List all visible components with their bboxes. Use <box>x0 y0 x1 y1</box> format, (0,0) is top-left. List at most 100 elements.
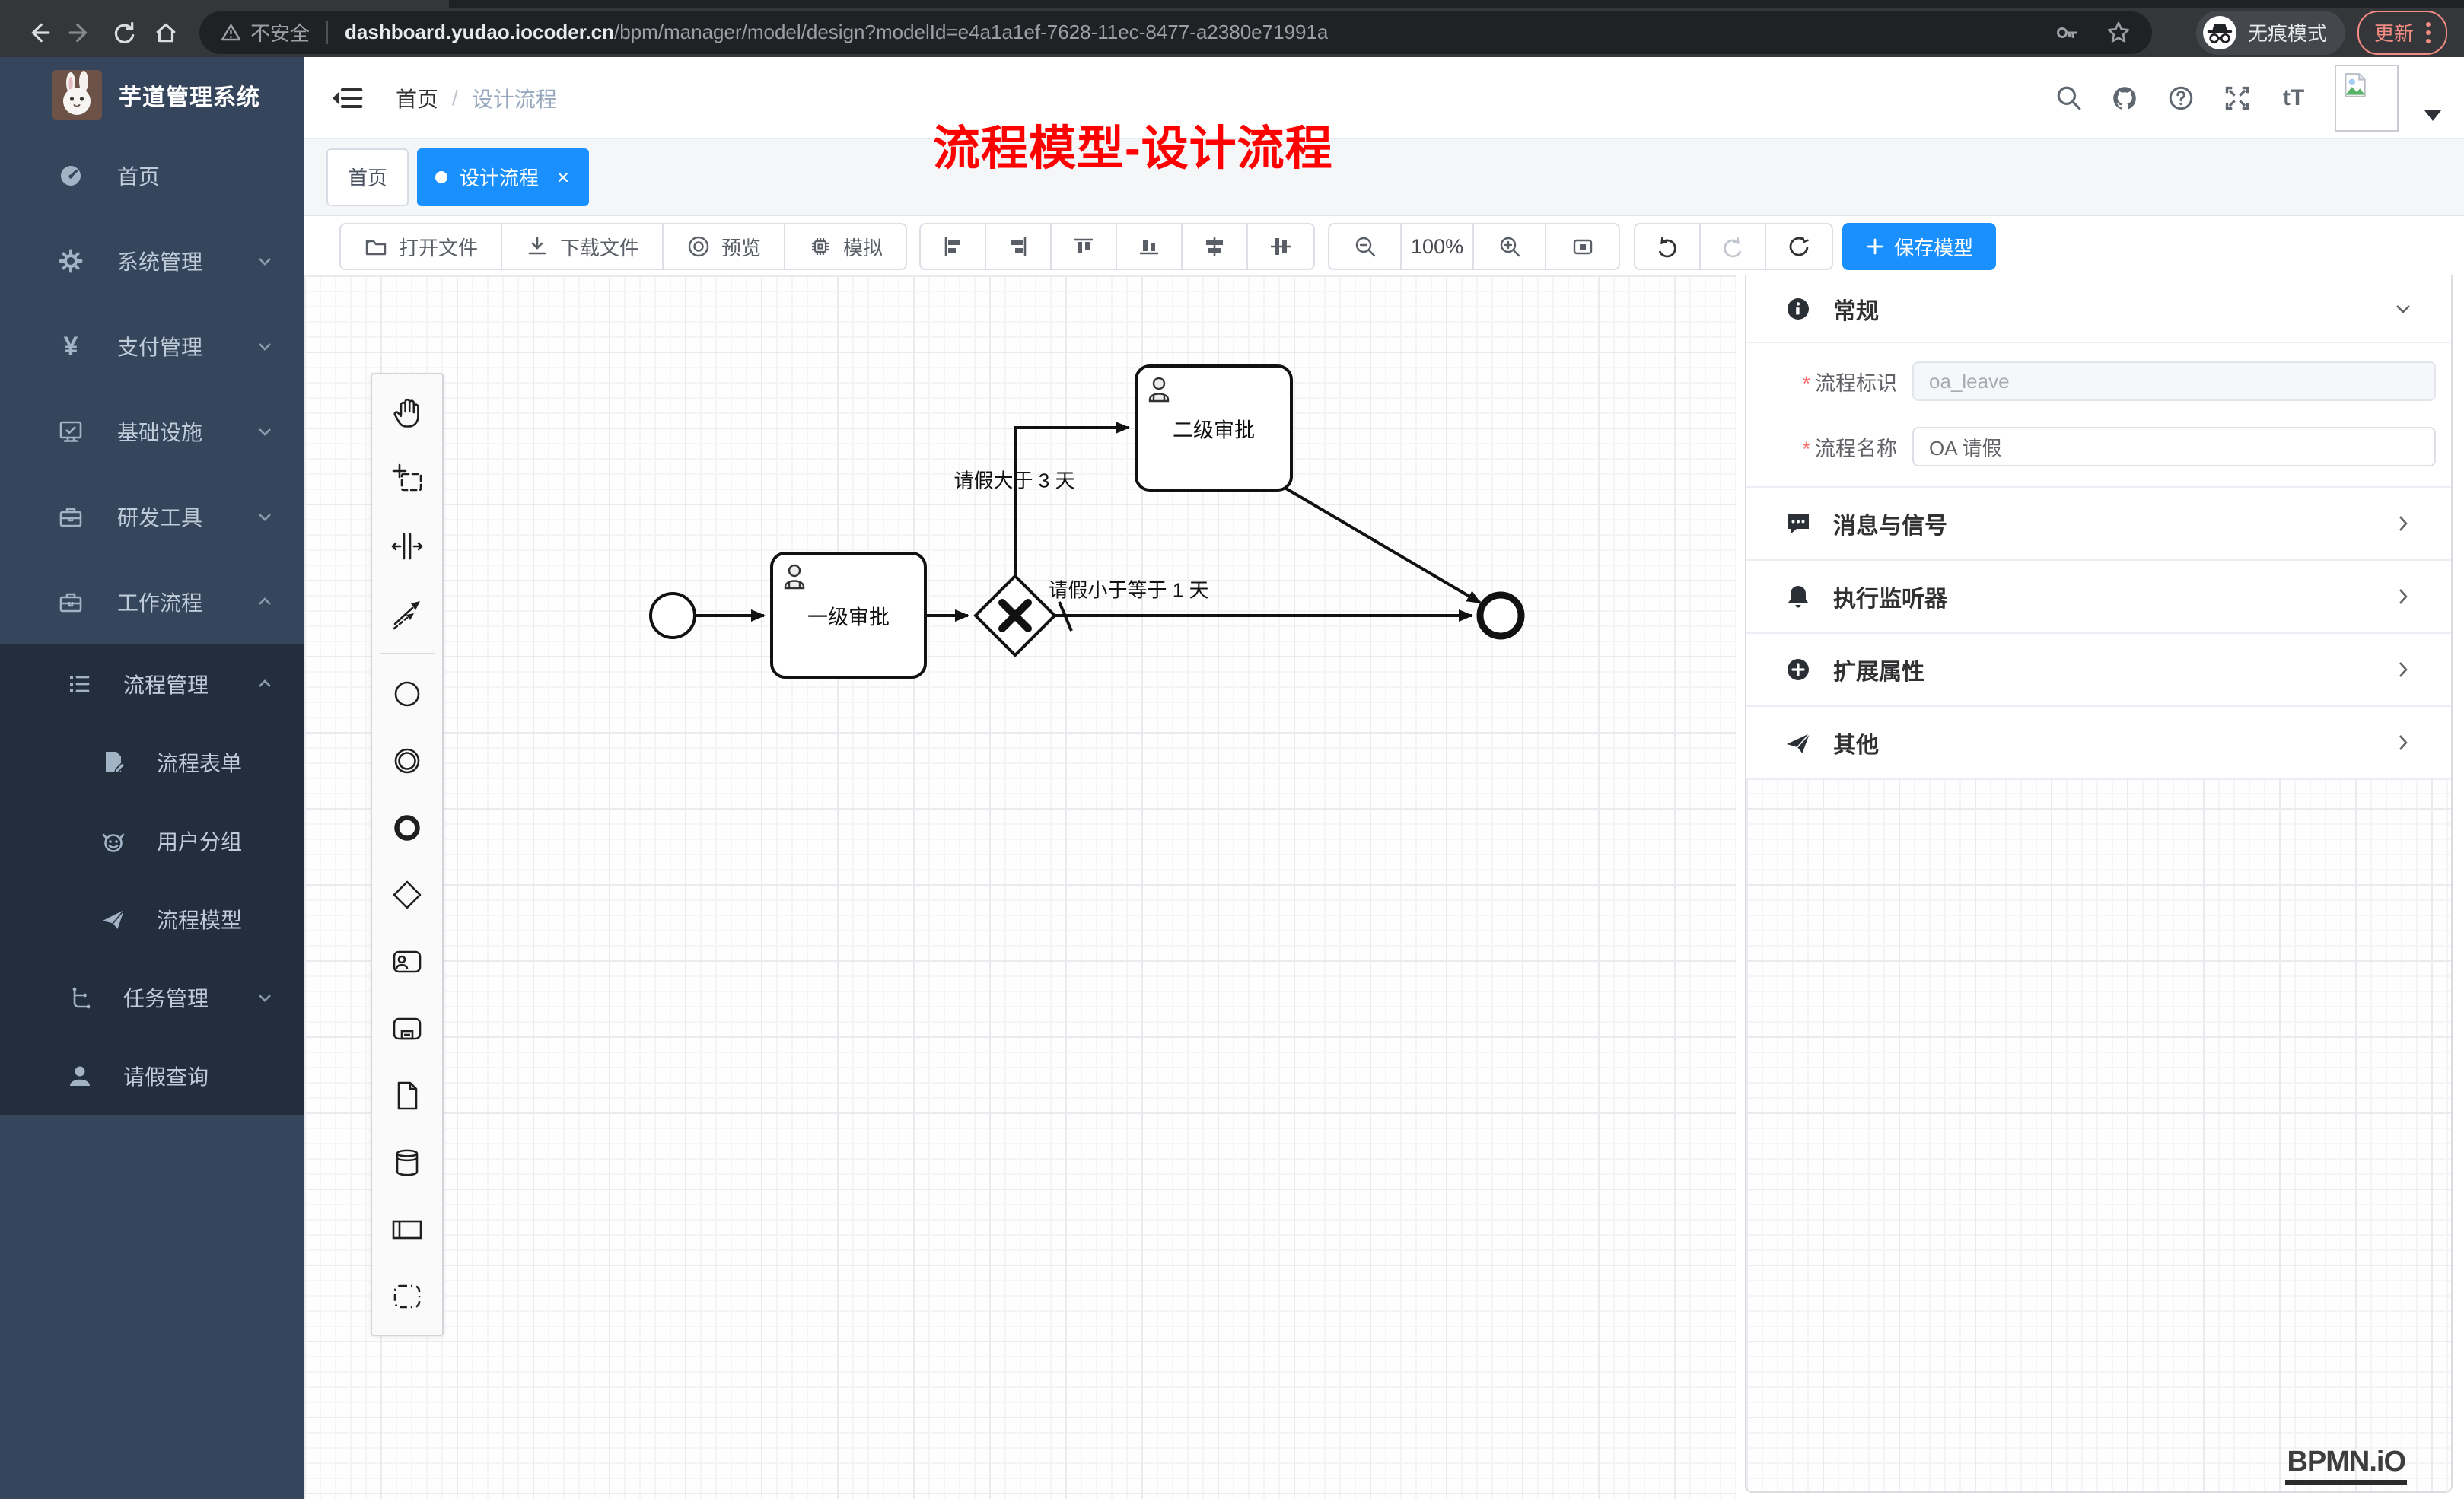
sidebar-item-workflow[interactable]: 工作流程 <box>0 559 304 644</box>
simulate-button[interactable]: 模拟 <box>785 224 906 269</box>
home-icon[interactable] <box>145 16 187 49</box>
breadcrumb-separator: / <box>452 86 458 110</box>
open-file-button[interactable]: 打开文件 <box>341 224 502 269</box>
palette-lasso-tool[interactable] <box>372 446 442 513</box>
app-logo[interactable]: 芋道管理系统 <box>0 57 304 133</box>
palette-create-subprocess[interactable] <box>372 995 442 1062</box>
chevron-right-icon <box>2393 660 2413 679</box>
align-right-button[interactable] <box>986 224 1052 269</box>
align-top-button[interactable] <box>1052 224 1117 269</box>
sidebar-item-process-form[interactable]: 流程表单 <box>0 723 304 801</box>
palette-create-group[interactable] <box>372 1263 442 1330</box>
sidebar-item-label: 用户分组 <box>157 826 242 856</box>
panel-section-general[interactable]: 常规 <box>1746 275 2451 343</box>
panel-section-messages[interactable]: 消息与信号 <box>1746 488 2451 561</box>
redo-button[interactable] <box>1701 224 1766 269</box>
app-root: 不安全 dashboard.yudao.iocoder.cn/bpm/manag… <box>0 0 2464 1499</box>
preview-button[interactable]: 预览 <box>664 224 785 269</box>
fullscreen-icon[interactable] <box>2222 83 2252 113</box>
task1-label: 一级审批 <box>807 601 890 631</box>
panel-section-other[interactable]: 其他 <box>1746 707 2451 780</box>
search-icon[interactable] <box>2053 83 2084 113</box>
palette-create-start-event[interactable] <box>372 660 442 727</box>
bookmark-star-icon[interactable] <box>2106 21 2131 45</box>
sidebar-item-devtools[interactable]: 研发工具 <box>0 474 304 559</box>
align-vertical-center-button[interactable] <box>1183 224 1248 269</box>
sidebar-item-infra[interactable]: 基础设施 <box>0 389 304 474</box>
palette-create-user-task[interactable] <box>372 928 442 995</box>
update-button[interactable]: 更新 <box>2357 11 2447 55</box>
sidebar-item-task-mgmt[interactable]: 任务管理 <box>0 958 304 1036</box>
download-icon <box>525 234 549 259</box>
align-left-button[interactable] <box>921 224 986 269</box>
bpmn-io-logo[interactable]: BPMN.iO <box>2285 1446 2407 1485</box>
panel-section-extensions[interactable]: 扩展属性 <box>1746 634 2451 707</box>
url-text[interactable]: dashboard.yudao.iocoder.cn/bpm/manager/m… <box>345 21 1328 44</box>
field-label-process-key: *流程标识 <box>1746 367 1897 396</box>
avatar[interactable] <box>2335 65 2399 132</box>
palette-create-end-event[interactable] <box>372 794 442 861</box>
bpmn-exclusive-gateway[interactable] <box>976 576 1055 655</box>
breadcrumb-home[interactable]: 首页 <box>396 83 438 113</box>
github-icon[interactable] <box>2109 83 2140 113</box>
forward-icon[interactable] <box>59 16 102 49</box>
bpmn-canvas[interactable]: 一级审批 二级审批 请假大于 3 天 请假小于等于 1 天 <box>304 275 1736 1499</box>
process-name-input[interactable] <box>1912 427 2436 466</box>
palette-create-data-store[interactable] <box>372 1129 442 1196</box>
briefcase-icon <box>58 589 84 615</box>
palette-create-participant[interactable] <box>372 1196 442 1263</box>
flow-branch-icon <box>67 985 93 1010</box>
refresh-button[interactable] <box>1766 224 1832 269</box>
reload-icon[interactable] <box>102 16 145 49</box>
gear-icon <box>58 248 84 274</box>
undo-button[interactable] <box>1635 224 1701 269</box>
align-horizontal-center-button[interactable] <box>1248 224 1313 269</box>
person-icon <box>67 1063 93 1089</box>
bpmn-start-event[interactable] <box>651 594 695 638</box>
browser-active-tab[interactable] <box>0 0 449 8</box>
sidebar-item-leave-query[interactable]: 请假查询 <box>0 1036 304 1115</box>
process-key-input[interactable] <box>1912 361 2436 401</box>
back-icon[interactable] <box>17 16 59 49</box>
palette-hand-tool[interactable] <box>372 379 442 446</box>
zoom-in-button[interactable] <box>1474 224 1546 269</box>
address-bar[interactable]: 不安全 dashboard.yudao.iocoder.cn/bpm/manag… <box>199 11 2152 54</box>
sidebar-item-system[interactable]: 系统管理 <box>0 218 304 304</box>
panel-section-listeners[interactable]: 执行监听器 <box>1746 561 2451 634</box>
sidebar-item-user-group[interactable]: 用户分组 <box>0 801 304 880</box>
bpmn-end-event[interactable] <box>1480 595 1521 636</box>
save-model-button[interactable]: 保存模型 <box>1842 223 1996 270</box>
browser-menu-icon[interactable] <box>2426 22 2431 43</box>
tab-design-process[interactable]: 设计流程 <box>417 148 589 206</box>
sidebar-item-process-model[interactable]: 流程模型 <box>0 880 304 958</box>
tab-home[interactable]: 首页 <box>326 148 409 206</box>
download-file-button[interactable]: 下载文件 <box>502 224 664 269</box>
browser-tabstrip <box>0 0 2464 8</box>
zoom-reset-button[interactable] <box>1546 224 1619 269</box>
zoom-out-button[interactable] <box>1329 224 1402 269</box>
palette-create-intermediate-event[interactable] <box>372 727 442 794</box>
broken-image-icon <box>2341 71 2370 100</box>
chevron-up-icon <box>256 593 274 611</box>
flow-gateway-to-task2[interactable] <box>1015 428 1129 576</box>
chevron-down-icon <box>256 988 274 1007</box>
avatar-caret-icon[interactable] <box>2424 110 2441 121</box>
help-icon[interactable] <box>2166 83 2196 113</box>
flow-task2-to-end[interactable] <box>1286 489 1480 603</box>
sidebar-fold-icon[interactable] <box>330 81 364 115</box>
dashboard-icon <box>58 163 84 189</box>
sidebar-item-process-mgmt[interactable]: 流程管理 <box>0 644 304 723</box>
page-annotation-title: 流程模型-设计流程 <box>933 110 1333 178</box>
font-size-icon[interactable]: tT <box>2278 83 2309 113</box>
sidebar-item-payment[interactable]: ¥ 支付管理 <box>0 304 304 389</box>
incognito-icon <box>2202 15 2237 50</box>
key-icon[interactable] <box>2055 21 2079 45</box>
align-bottom-button[interactable] <box>1117 224 1183 269</box>
sidebar-item-home[interactable]: 首页 <box>0 133 304 218</box>
breadcrumb: 首页 / 设计流程 <box>396 83 557 113</box>
palette-space-tool[interactable] <box>372 513 442 580</box>
palette-create-gateway[interactable] <box>372 861 442 928</box>
close-tab-icon[interactable] <box>556 170 571 185</box>
palette-create-data-object[interactable] <box>372 1062 442 1129</box>
palette-global-connect-tool[interactable] <box>372 580 442 647</box>
